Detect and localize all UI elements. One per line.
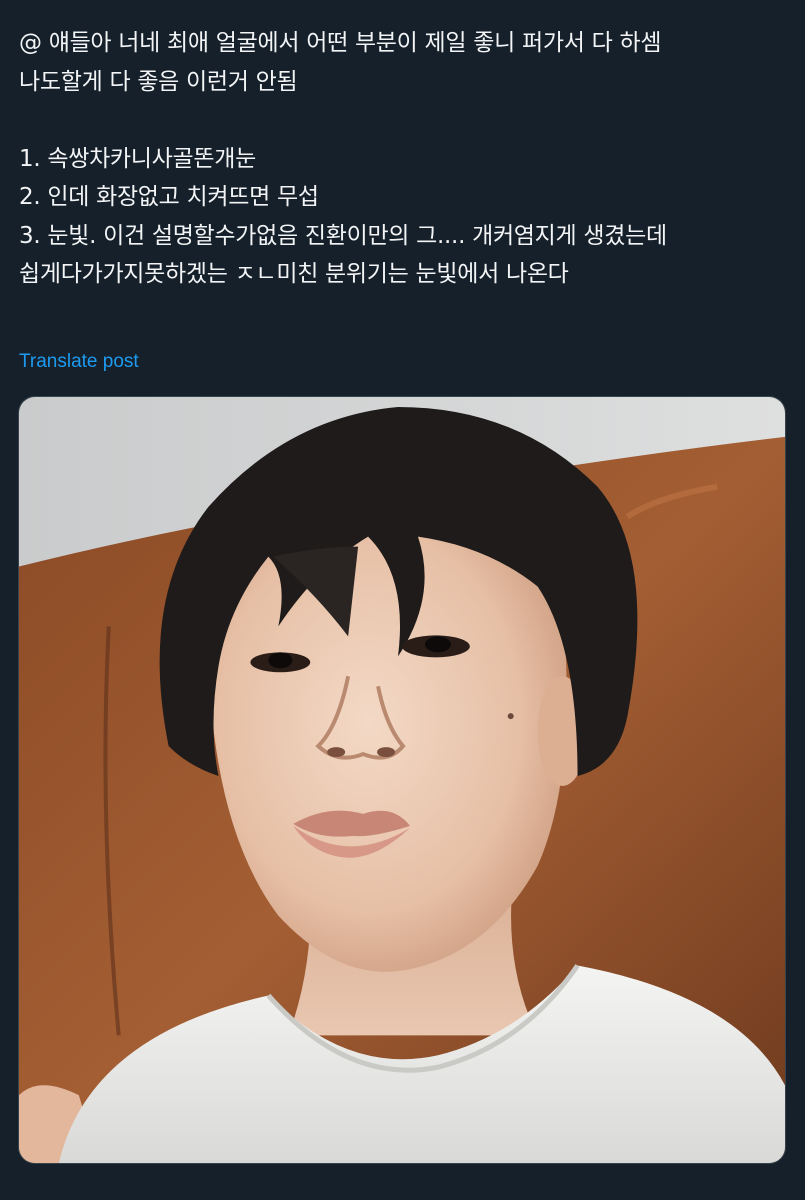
translate-post-link[interactable]: Translate post <box>19 351 139 373</box>
post-text-line: 쉽게다가가지못하겠는 ㅈㄴ미친 분위기는 눈빛에서 나온다 <box>19 261 569 287</box>
post-text-line: 나도할게 다 좋음 이런거 안됨 <box>19 68 298 95</box>
post-text-line: @ 얘들아 너네 최애 얼굴에서 어떤 부분이 제일 좋니 퍼가서 다 하셈 <box>19 30 662 56</box>
post-text: @ 얘들아 너네 최애 얼굴에서 어떤 부분이 제일 좋니 퍼가서 다 하셈 나… <box>19 24 789 294</box>
post-text-line: 2. 인데 화장없고 치켜뜨면 무섭 <box>19 184 319 210</box>
post-photo[interactable] <box>18 396 786 1164</box>
post-text-line <box>19 101 789 140</box>
post-text-line: 1. 속쌍차카니사골똔개눈 <box>19 145 256 172</box>
post-text-line: 3. 눈빛. 이건 설명할수가없음 진환이만의 그.... 개커염지게 생겼는데 <box>19 222 667 249</box>
selfie-photo-image <box>19 397 785 1163</box>
